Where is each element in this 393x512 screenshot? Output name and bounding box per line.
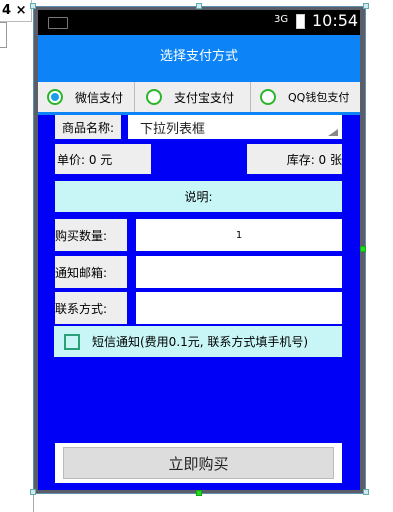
description-label: 说明: [55,181,342,212]
battery-icon [296,14,305,29]
resize-handle[interactable] [196,490,202,496]
contact-label: 联系方式: [55,292,127,324]
payment-option-qqwallet[interactable]: QQ钱包支付 [260,82,349,112]
sms-notification-label: 短信通知(费用0.1元, 联系方式填手机号) [92,335,309,349]
payment-method-group: 微信支付 支付宝支付 QQ钱包支付 [38,73,360,115]
radio-checked-icon[interactable] [47,89,63,105]
contact-input[interactable] [136,292,342,324]
spinner-value: 下拉列表框 [140,121,206,137]
resize-handle[interactable] [363,3,369,9]
status-bar: 3G 10:54 [38,10,360,35]
payment-option-label: QQ钱包支付 [288,91,350,104]
divider [250,82,251,112]
email-input[interactable] [136,256,342,288]
product-name-label: 商品名称: [55,115,121,139]
payment-options-strip: 微信支付 支付宝支付 QQ钱包支付 [38,82,360,112]
stock-label: 库存: 0 张 [247,144,342,174]
clock: 10:54 [312,11,359,30]
resize-handle[interactable] [196,3,202,9]
checkbox-icon[interactable] [64,333,80,350]
page-title: 选择支付方式 [38,35,360,73]
sms-notification-checkbox[interactable]: 短信通知(费用0.1元, 联系方式填手机号) [54,326,342,357]
resize-handle[interactable] [360,246,366,252]
signal-icon: 3G [274,14,289,25]
radio-unchecked-icon[interactable] [260,89,276,105]
payment-option-alipay[interactable]: 支付宝支付 [146,82,234,112]
payment-option-label: 微信支付 [75,90,124,105]
divider [134,82,135,112]
email-label: 通知邮箱: [55,256,127,288]
product-spinner[interactable]: 下拉列表框 [128,115,342,139]
page-title-text: 选择支付方式 [159,48,238,64]
buy-button-container: 立即购买 [55,443,342,483]
radio-unchecked-icon[interactable] [146,89,162,105]
editor-side-frame [0,22,34,512]
phone-screen: 3G 10:54 选择支付方式 微信支付 支付宝支付 QQ钱包支付 商品名称: … [38,10,360,490]
quantity-label: 购买数量: [55,219,127,251]
resize-handle[interactable] [363,489,369,495]
payment-option-label: 支付宝支付 [174,90,235,105]
keyboard-icon [48,17,68,29]
resize-handle[interactable] [30,3,36,9]
unit-price-label: 单价: 0 元 [55,144,151,174]
payment-option-wechat[interactable]: 微信支付 [47,82,123,112]
quantity-input[interactable]: 1 [136,219,342,251]
buy-now-button[interactable]: 立即购买 [63,447,334,479]
resize-handle[interactable] [30,489,36,495]
dropdown-corner-icon [328,129,338,136]
editor-tab[interactable]: 4 × [0,0,32,22]
